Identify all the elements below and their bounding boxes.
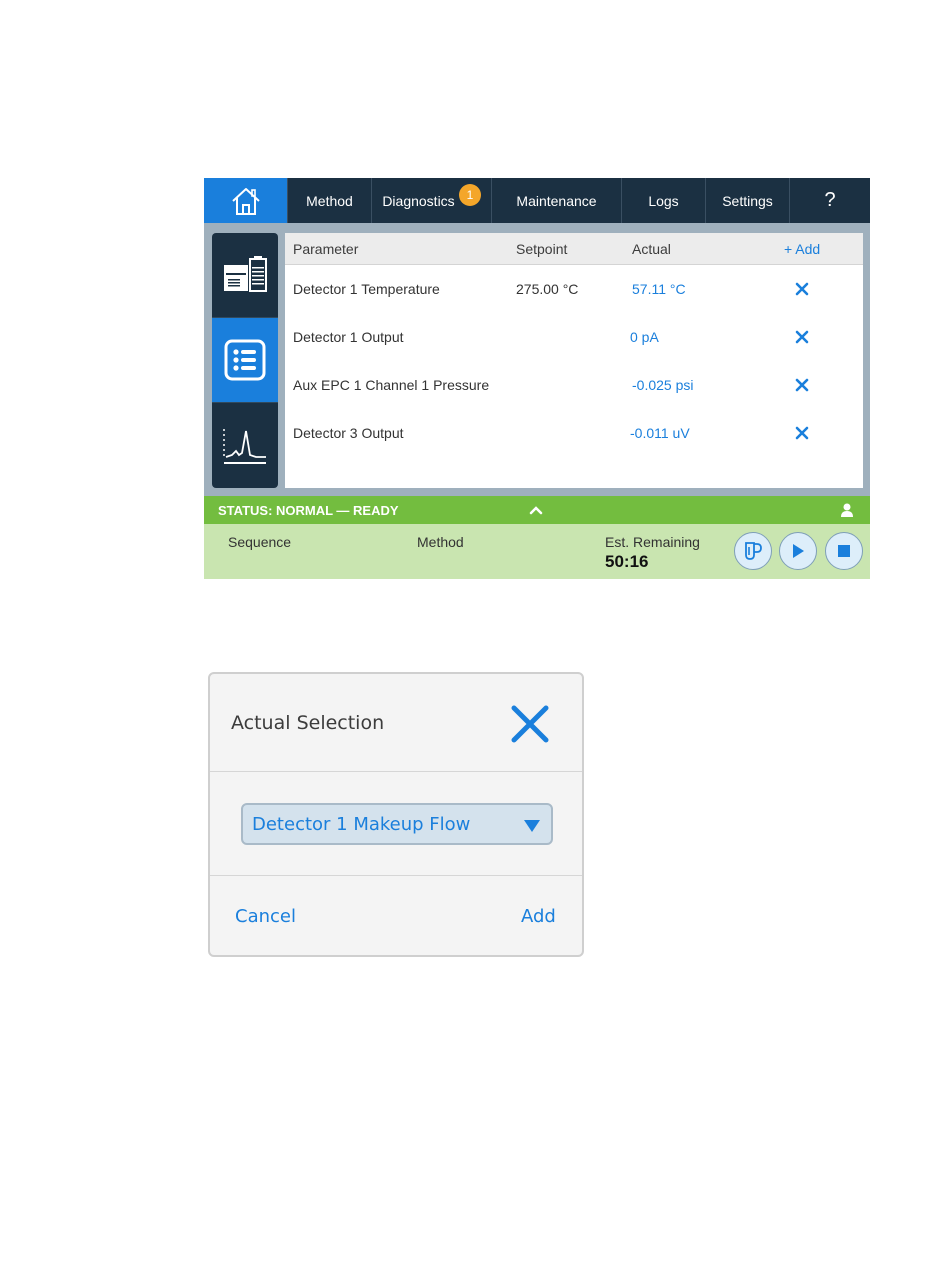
chevron-down-icon: [524, 820, 540, 832]
remove-row-button[interactable]: [792, 265, 812, 313]
help-button[interactable]: ?: [789, 178, 870, 223]
prep-run-icon: [745, 542, 762, 560]
tab-method[interactable]: Method: [287, 178, 371, 223]
remaining-label: Est. Remaining: [605, 534, 700, 550]
remaining-time: 50:16: [605, 552, 649, 571]
prep-run-button[interactable]: [734, 532, 772, 570]
status-text: STATUS: NORMAL — READY: [218, 502, 399, 518]
chevron-up-icon[interactable]: [528, 504, 544, 516]
remove-row-button[interactable]: [792, 313, 812, 361]
tab-maintenance[interactable]: Maintenance: [491, 178, 621, 223]
table-header: Parameter Setpoint Actual + Add: [285, 233, 863, 265]
row-parameter: Detector 3 Output: [293, 425, 404, 441]
sidebar-item-list[interactable]: [212, 318, 278, 403]
status-bar: STATUS: NORMAL — READY: [204, 496, 870, 524]
tab-logs-label: Logs: [648, 192, 679, 209]
parameter-select[interactable]: Detector 1 Makeup Flow: [241, 803, 553, 845]
remove-row-button[interactable]: [792, 361, 812, 409]
tab-method-label: Method: [306, 192, 353, 209]
tab-settings[interactable]: Settings: [705, 178, 789, 223]
divider: [210, 875, 582, 876]
diagnostics-badge: 1: [459, 184, 481, 206]
sequence-label: Sequence: [228, 534, 292, 550]
home-button[interactable]: [204, 178, 287, 223]
close-icon: [795, 330, 809, 344]
dialog-title: Actual Selection: [231, 712, 385, 734]
close-icon: [795, 378, 809, 392]
parameter-table: Parameter Setpoint Actual + Add Detector…: [285, 233, 863, 488]
row-actual: 57.11 °C: [632, 281, 686, 297]
remove-row-button[interactable]: [792, 409, 812, 457]
home-icon: [231, 187, 260, 215]
table-row: Detector 1 Temperature 275.00 °C 57.11 °…: [285, 265, 863, 313]
sidebar: [212, 233, 278, 488]
row-parameter: Aux EPC 1 Channel 1 Pressure: [293, 377, 490, 393]
header-actual: Actual: [632, 241, 671, 257]
user-icon[interactable]: [840, 502, 854, 518]
stop-icon: [838, 545, 850, 557]
help-label: ?: [824, 189, 836, 211]
add-button[interactable]: Add: [521, 906, 556, 927]
dialog-header: Actual Selection: [210, 674, 582, 772]
list-icon: [224, 339, 266, 381]
row-actual: 0 pA: [630, 329, 659, 345]
header-parameter: Parameter: [293, 241, 359, 257]
close-icon: [795, 282, 809, 296]
tab-logs[interactable]: Logs: [621, 178, 705, 223]
cancel-button[interactable]: Cancel: [235, 906, 296, 927]
row-actual: -0.011 uV: [630, 425, 690, 441]
top-nav: Method Diagnostics 1 Maintenance Logs Se…: [204, 178, 870, 223]
stop-button[interactable]: [825, 532, 863, 570]
row-actual: -0.025 psi: [632, 377, 694, 393]
add-parameter-link[interactable]: + Add: [784, 233, 820, 265]
instrument-panel: Method Diagnostics 1 Maintenance Logs Se…: [204, 178, 870, 579]
sidebar-item-instrument[interactable]: [212, 233, 278, 318]
header-setpoint: Setpoint: [516, 241, 568, 257]
sidebar-item-chromatogram[interactable]: [212, 403, 278, 488]
run-bar: Sequence Method Est. Remaining 50:16: [204, 524, 870, 579]
row-parameter: Detector 1 Temperature: [293, 281, 440, 297]
chromatogram-icon: [223, 428, 266, 464]
method-label: Method: [417, 534, 464, 550]
row-parameter: Detector 1 Output: [293, 329, 404, 345]
table-row: Detector 3 Output -0.011 uV: [285, 409, 863, 457]
tab-diagnostics[interactable]: Diagnostics 1: [371, 178, 491, 223]
table-row: Detector 1 Output 0 pA: [285, 313, 863, 361]
start-button[interactable]: [779, 532, 817, 570]
selected-value: Detector 1 Makeup Flow: [252, 813, 471, 835]
close-icon: [795, 426, 809, 440]
play-icon: [793, 544, 804, 558]
tab-settings-label: Settings: [722, 192, 773, 209]
close-icon[interactable]: [510, 704, 550, 744]
actual-selection-dialog: Actual Selection Detector 1 Makeup Flow …: [208, 672, 584, 957]
tab-maintenance-label: Maintenance: [516, 192, 597, 209]
tab-diagnostics-label: Diagnostics: [382, 192, 455, 209]
row-setpoint: 275.00 °C: [516, 281, 579, 297]
instrument-icon: [224, 256, 267, 292]
table-row: Aux EPC 1 Channel 1 Pressure -0.025 psi: [285, 361, 863, 409]
